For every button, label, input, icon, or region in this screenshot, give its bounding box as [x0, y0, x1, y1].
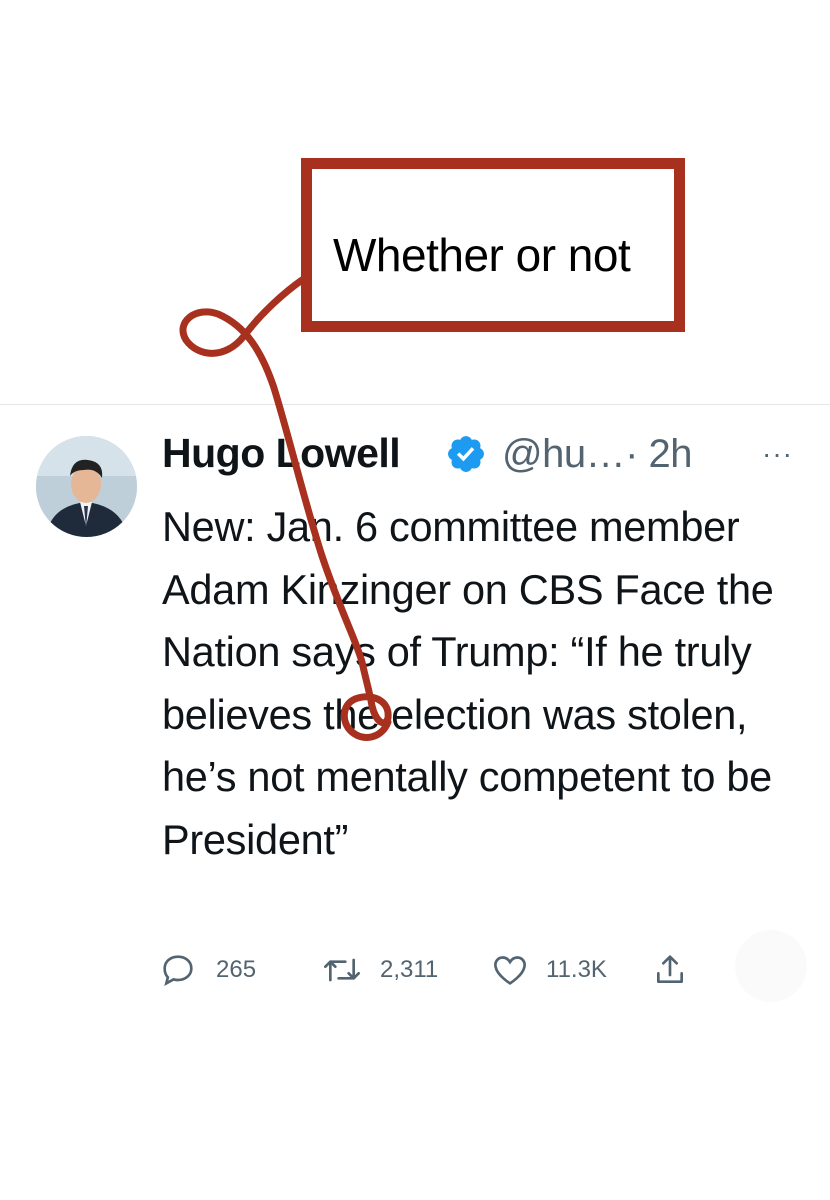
avatar-photo [36, 436, 137, 537]
like-icon [494, 956, 526, 985]
like-count: 11.3K [546, 956, 607, 983]
retweet-button[interactable]: 2,311 [320, 950, 450, 990]
reply-button[interactable]: 265 [158, 950, 268, 990]
share-icon [657, 955, 683, 983]
retweet-icon [324, 958, 360, 982]
reply-count: 265 [216, 956, 257, 983]
handle[interactable]: @hu… [502, 432, 626, 476]
faded-overlay [735, 930, 807, 1002]
retweet-count: 2,311 [380, 956, 439, 983]
timestamp[interactable]: · 2h [625, 432, 692, 476]
more-icon[interactable]: ··· [762, 438, 793, 470]
avatar[interactable] [36, 436, 137, 537]
author-name[interactable]: Hugo Lowell [162, 430, 401, 477]
verified-badge-icon [448, 436, 484, 472]
tweet-body: New: Jan. 6 committee member Adam Kinzin… [162, 503, 774, 863]
reply-icon [163, 955, 193, 986]
handle-and-time[interactable]: @hu…· 2h [502, 432, 693, 477]
annotation-text: Whether or not [333, 229, 631, 281]
share-button[interactable] [650, 950, 690, 990]
like-button[interactable]: 11.3K [490, 950, 620, 990]
divider [0, 404, 830, 405]
